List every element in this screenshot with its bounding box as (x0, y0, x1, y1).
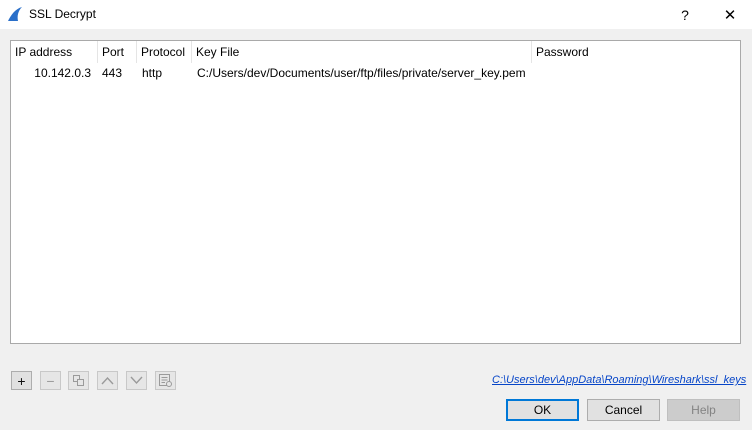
move-down-button[interactable] (126, 371, 147, 390)
clear-list-icon (159, 374, 172, 387)
copy-icon (73, 375, 84, 386)
ssl-keys-file-path-link[interactable]: C:\Users\dev\AppData\Roaming\Wireshark\s… (492, 374, 746, 386)
cancel-button[interactable]: Cancel (587, 399, 660, 421)
title-bar: SSL Decrypt ? ✕ (0, 0, 752, 29)
cell-port[interactable]: 443 (98, 63, 137, 83)
wireshark-fin-icon (8, 7, 22, 21)
cell-password[interactable] (532, 63, 740, 83)
table-row[interactable]: 10.142.0.3 443 http C:/Users/dev/Documen… (11, 63, 740, 83)
clear-button[interactable] (155, 371, 176, 390)
remove-entry-button[interactable]: − (40, 371, 61, 390)
copy-entry-button[interactable] (68, 371, 89, 390)
help-title-button[interactable]: ? (663, 0, 707, 29)
keys-table[interactable]: IP address Port Protocol Key File Passwo… (10, 40, 741, 344)
column-header-protocol[interactable]: Protocol (137, 41, 192, 63)
column-header-password[interactable]: Password (532, 41, 740, 63)
table-header: IP address Port Protocol Key File Passwo… (11, 41, 740, 63)
chevron-down-icon (130, 376, 143, 385)
column-header-port[interactable]: Port (98, 41, 137, 63)
help-button[interactable]: Help (667, 399, 740, 421)
cell-key-file[interactable]: C:/Users/dev/Documents/user/ftp/files/pr… (192, 63, 532, 83)
move-up-button[interactable] (97, 371, 118, 390)
close-button[interactable]: ✕ (708, 0, 752, 29)
column-header-ip[interactable]: IP address (11, 41, 98, 63)
column-header-key-file[interactable]: Key File (192, 41, 532, 63)
cell-ip[interactable]: 10.142.0.3 (11, 63, 98, 83)
add-entry-button[interactable]: + (11, 371, 32, 390)
ok-button[interactable]: OK (506, 399, 579, 421)
cell-protocol[interactable]: http (137, 63, 192, 83)
window-title: SSL Decrypt (29, 7, 96, 21)
chevron-up-icon (101, 376, 114, 385)
